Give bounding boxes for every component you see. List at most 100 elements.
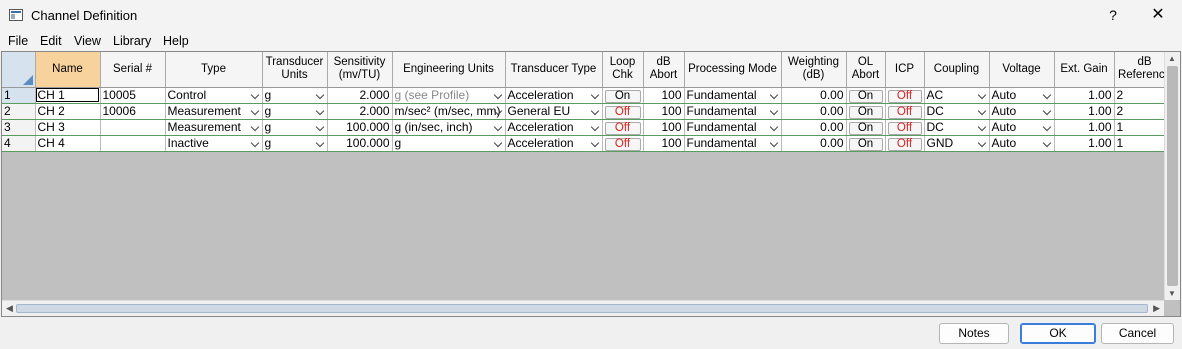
menu-view[interactable]: View	[74, 34, 101, 48]
horizontal-scroll-thumb[interactable]	[16, 304, 1148, 313]
table-row[interactable]: 1 CH 1 10005 Control g 2.000 g (see Profile) Ac…	[2, 87, 1176, 104]
chevron-down-icon[interactable]	[977, 91, 987, 101]
cell-serial[interactable]	[100, 119, 166, 136]
column-header-transducer-units[interactable]: Transducer Units	[262, 52, 328, 88]
column-header-processing-mode[interactable]: Processing Mode	[684, 52, 782, 88]
chevron-down-icon[interactable]	[1042, 123, 1052, 133]
cell-loop-chk-toggle[interactable]: Off	[602, 135, 644, 152]
cell-transducer-type-select[interactable]: Acceleration	[505, 135, 603, 152]
cell-ol-abort-toggle[interactable]: On	[846, 87, 886, 104]
chevron-down-icon[interactable]	[250, 91, 260, 101]
cell-engineering-units-select[interactable]: g	[392, 135, 506, 152]
chevron-down-icon[interactable]	[590, 91, 600, 101]
cell-name[interactable]: CH 4	[35, 135, 101, 152]
chevron-down-icon[interactable]	[769, 139, 779, 149]
cell-voltage-select[interactable]: Auto	[989, 135, 1055, 152]
cell-serial[interactable]	[100, 135, 166, 152]
chevron-down-icon[interactable]	[769, 123, 779, 133]
cell-coupling-select[interactable]: AC	[924, 87, 990, 104]
cell-ext-gain[interactable]: 1.00	[1054, 87, 1115, 104]
cancel-button[interactable]: Cancel	[1101, 323, 1174, 344]
menu-help[interactable]: Help	[163, 34, 189, 48]
toggle-button[interactable]: On	[848, 89, 883, 102]
cell-ol-abort-toggle[interactable]: On	[846, 135, 886, 152]
cell-type-select[interactable]: Control	[165, 87, 263, 104]
help-question-icon[interactable]: ?	[1103, 4, 1123, 26]
cell-processing-mode-select[interactable]: Fundamental	[684, 119, 782, 136]
scroll-left-arrow-icon[interactable]: ◀	[6, 303, 13, 314]
menu-edit[interactable]: Edit	[40, 34, 62, 48]
chevron-down-icon[interactable]	[250, 123, 260, 133]
cell-icp-toggle[interactable]: Off	[885, 103, 925, 120]
vertical-scroll-thumb[interactable]	[1167, 66, 1178, 286]
cell-sensitivity[interactable]: 100.000	[327, 119, 393, 136]
cell-transducer-units-select[interactable]: g	[262, 87, 328, 104]
cell-ext-gain[interactable]: 1.00	[1054, 103, 1115, 120]
cell-engineering-units-select[interactable]: g (in/sec, inch)	[392, 119, 506, 136]
toggle-button[interactable]: Off	[887, 137, 922, 150]
scroll-down-arrow-icon[interactable]: ▼	[1168, 289, 1176, 298]
cell-sensitivity[interactable]: 2.000	[327, 87, 393, 104]
column-header-db-abort[interactable]: dB Abort	[643, 52, 685, 88]
chevron-down-icon[interactable]	[315, 107, 325, 117]
row-number[interactable]: 3	[2, 119, 36, 136]
menu-library[interactable]: Library	[113, 34, 151, 48]
menu-file[interactable]: File	[8, 34, 28, 48]
cell-sensitivity[interactable]: 2.000	[327, 103, 393, 120]
column-header-icp[interactable]: ICP	[885, 52, 925, 88]
cell-voltage-select[interactable]: Auto	[989, 87, 1055, 104]
toggle-button[interactable]: On	[604, 89, 641, 102]
cell-engineering-units-select[interactable]: g (see Profile)	[392, 87, 506, 104]
chevron-down-icon[interactable]	[769, 107, 779, 117]
cell-engineering-units-select[interactable]: m/sec² (m/sec, mm)	[392, 103, 506, 120]
cell-voltage-select[interactable]: Auto	[989, 103, 1055, 120]
toggle-button[interactable]: Off	[604, 121, 641, 134]
row-number[interactable]: 4	[2, 135, 36, 152]
cell-transducer-units-select[interactable]: g	[262, 135, 328, 152]
cell-serial[interactable]: 10006	[100, 103, 166, 120]
vertical-scrollbar[interactable]: ▲ ▼	[1164, 52, 1180, 300]
cell-name[interactable]: CH 3	[35, 119, 101, 136]
chevron-down-icon[interactable]	[977, 107, 987, 117]
cell-serial[interactable]: 10005	[100, 87, 166, 104]
cell-db-abort[interactable]: 100	[643, 87, 685, 104]
cell-ext-gain[interactable]: 1.00	[1054, 135, 1115, 152]
column-header-coupling[interactable]: Coupling	[924, 52, 990, 88]
column-header-ext-gain[interactable]: Ext. Gain	[1054, 52, 1115, 88]
cell-weighting[interactable]: 0.00	[781, 87, 847, 104]
chevron-down-icon[interactable]	[250, 139, 260, 149]
chevron-down-icon[interactable]	[493, 107, 503, 117]
cell-weighting[interactable]: 0.00	[781, 103, 847, 120]
chevron-down-icon[interactable]	[590, 123, 600, 133]
cell-transducer-units-select[interactable]: g	[262, 103, 328, 120]
chevron-down-icon[interactable]	[1042, 139, 1052, 149]
chevron-down-icon[interactable]	[250, 107, 260, 117]
column-header-sensitivity[interactable]: Sensitivity (mv/TU)	[327, 52, 393, 88]
ok-button[interactable]: OK	[1020, 323, 1096, 344]
scroll-up-arrow-icon[interactable]: ▲	[1168, 54, 1176, 63]
chevron-down-icon[interactable]	[590, 139, 600, 149]
column-header-transducer-type[interactable]: Transducer Type	[505, 52, 603, 88]
cell-icp-toggle[interactable]: Off	[885, 135, 925, 152]
cell-type-select[interactable]: Measurement	[165, 119, 263, 136]
cell-type-select[interactable]: Inactive	[165, 135, 263, 152]
row-number[interactable]: 2	[2, 103, 36, 120]
chevron-down-icon[interactable]	[315, 139, 325, 149]
cell-transducer-type-select[interactable]: Acceleration	[505, 87, 603, 104]
chevron-down-icon[interactable]	[493, 91, 503, 101]
toggle-button[interactable]: Off	[887, 105, 922, 118]
cell-ol-abort-toggle[interactable]: On	[846, 119, 886, 136]
scroll-right-arrow-icon[interactable]: ▶	[1153, 303, 1160, 314]
chevron-down-icon[interactable]	[1042, 107, 1052, 117]
notes-button[interactable]: Notes	[939, 323, 1009, 344]
cell-weighting[interactable]: 0.00	[781, 135, 847, 152]
toggle-button[interactable]: On	[848, 121, 883, 134]
toggle-button[interactable]: Off	[887, 89, 922, 102]
chevron-down-icon[interactable]	[493, 123, 503, 133]
chevron-down-icon[interactable]	[769, 91, 779, 101]
toggle-button[interactable]: Off	[887, 121, 922, 134]
cell-ext-gain[interactable]: 1.00	[1054, 119, 1115, 136]
column-header-weighting[interactable]: Weighting (dB)	[781, 52, 847, 88]
cell-processing-mode-select[interactable]: Fundamental	[684, 87, 782, 104]
cell-db-abort[interactable]: 100	[643, 103, 685, 120]
